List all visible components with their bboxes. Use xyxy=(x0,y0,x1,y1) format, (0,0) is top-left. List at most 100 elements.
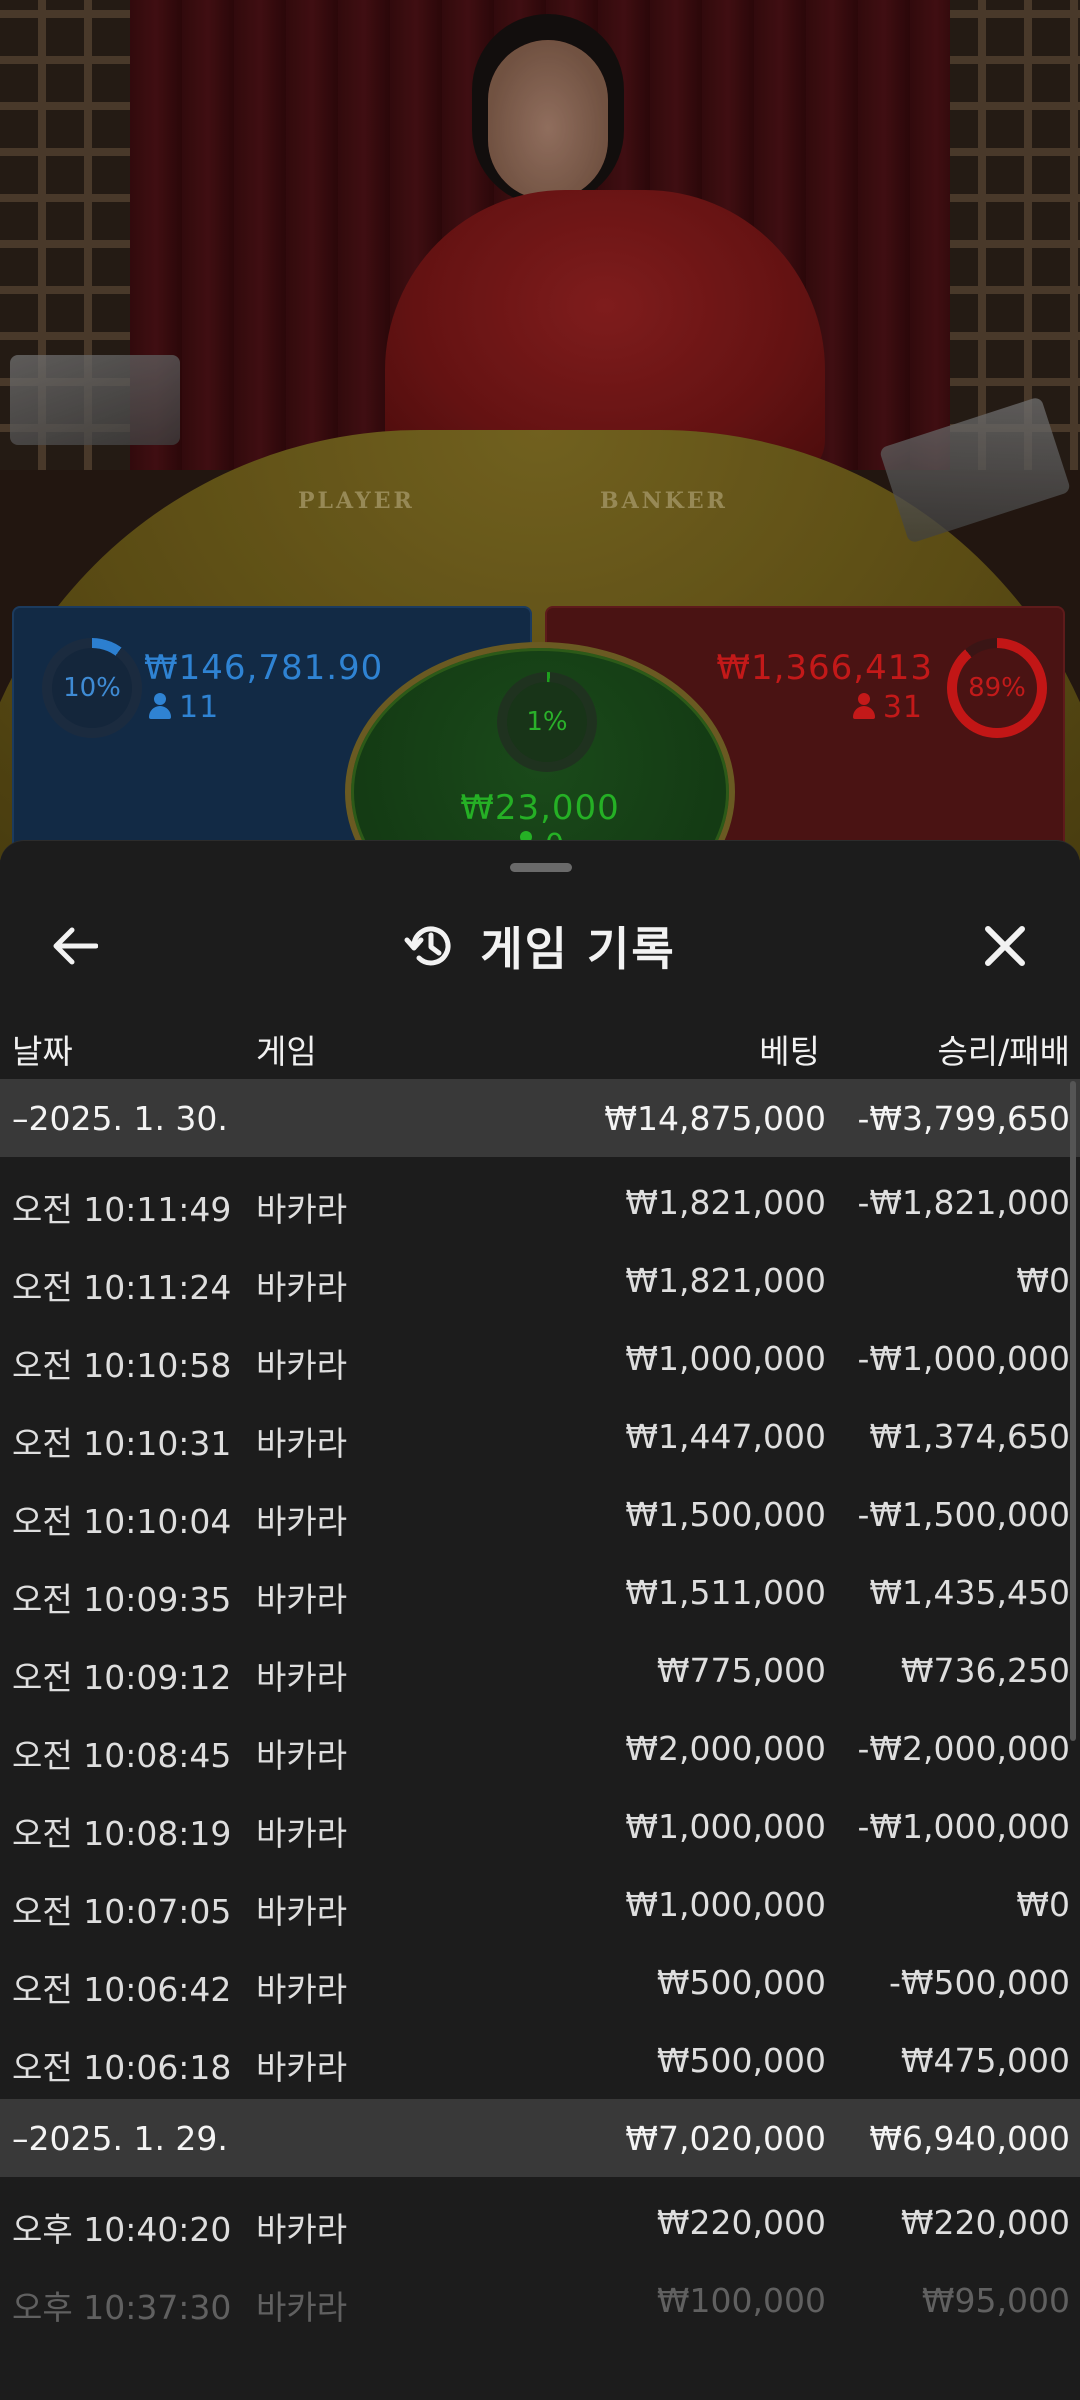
player-percent-ring: 10% xyxy=(42,638,142,738)
row-game: 바카라 xyxy=(256,1268,348,1307)
history-row: 오전 10:10:58 바카라 ₩1,000,000 -₩1,000,000 xyxy=(0,1319,1080,1397)
row-bet: ₩1,500,000 xyxy=(625,1495,826,1534)
row-result: ₩1,374,650 xyxy=(869,1417,1070,1456)
row-result: ₩95,000 xyxy=(921,2281,1070,2320)
row-bet: ₩14,875,000 xyxy=(604,1099,826,1138)
row-date: 오전 10:08:19 xyxy=(12,1814,232,1853)
history-row: 오전 10:11:49 바카라 ₩1,821,000 -₩1,821,000 xyxy=(0,1163,1080,1241)
row-bet: ₩100,000 xyxy=(656,2281,826,2320)
row-game: 바카라 xyxy=(256,1580,348,1619)
row-result: -₩2,000,000 xyxy=(857,1729,1071,1768)
date-group-row[interactable]: –2025. 1. 29. ₩7,020,000 ₩6,940,000 xyxy=(0,2099,1080,2177)
row-game: 바카라 xyxy=(256,1658,348,1697)
person-icon xyxy=(149,693,171,719)
date-group-row[interactable]: –2025. 1. 30. ₩14,875,000 -₩3,799,650 xyxy=(0,1079,1080,1157)
row-game: 바카라 xyxy=(256,1736,348,1775)
tie-percent: 1% xyxy=(507,682,587,762)
row-bet: ₩1,821,000 xyxy=(625,1261,826,1300)
row-bet: ₩220,000 xyxy=(656,2203,826,2242)
row-result: ₩6,940,000 xyxy=(869,2119,1070,2158)
column-header-result: 승리/패배 xyxy=(937,1032,1070,1071)
column-header-game: 게임 xyxy=(256,1032,317,1071)
player-total-bet: ₩146,781.90 xyxy=(144,648,384,688)
row-date: 오전 10:09:12 xyxy=(12,1658,232,1697)
history-row: 오전 10:08:19 바카라 ₩1,000,000 -₩1,000,000 xyxy=(0,1787,1080,1865)
banker-bettor-count: 31 xyxy=(852,690,923,725)
close-button[interactable] xyxy=(970,911,1040,981)
row-game: 바카라 xyxy=(256,2210,348,2249)
row-game: 바카라 xyxy=(256,1502,348,1541)
history-row: 오전 10:10:31 바카라 ₩1,447,000 ₩1,374,650 xyxy=(0,1397,1080,1475)
row-result: -₩1,500,000 xyxy=(857,1495,1071,1534)
row-bet: ₩500,000 xyxy=(656,1963,826,2002)
player-bettor-count-value: 11 xyxy=(179,690,220,725)
row-date: –2025. 1. 29. xyxy=(12,2119,228,2158)
player-percent: 10% xyxy=(52,648,132,728)
row-result: -₩1,000,000 xyxy=(857,1339,1071,1378)
row-bet: ₩500,000 xyxy=(656,2041,826,2080)
row-date: 오전 10:11:24 xyxy=(12,1268,232,1307)
banker-bettor-count-value: 31 xyxy=(882,690,923,725)
row-bet: ₩1,000,000 xyxy=(625,1807,826,1846)
row-game: 바카라 xyxy=(256,1190,348,1229)
history-row: 오전 10:06:18 바카라 ₩500,000 ₩475,000 xyxy=(0,2021,1080,2099)
row-date: 오전 10:10:58 xyxy=(12,1346,232,1385)
player-bettor-count: 11 xyxy=(149,690,219,725)
history-list: –2025. 1. 30. ₩14,875,000 -₩3,799,650 오전 10… xyxy=(0,1079,1080,2339)
row-game: 바카라 xyxy=(256,1970,348,2009)
history-row: 오전 10:07:05 바카라 ₩1,000,000 ₩0 xyxy=(0,1865,1080,1943)
row-result: -₩3,799,650 xyxy=(857,1099,1071,1138)
row-game: 바카라 xyxy=(256,2288,348,2327)
column-header-date: 날짜 xyxy=(12,1032,73,1071)
history-row: 오전 10:10:04 바카라 ₩1,500,000 -₩1,500,000 xyxy=(0,1475,1080,1553)
row-date: 오전 10:11:49 xyxy=(12,1190,232,1229)
history-icon xyxy=(404,920,456,972)
row-date: 오전 10:06:42 xyxy=(12,1970,232,2009)
row-date: –2025. 1. 30. xyxy=(12,1099,228,1138)
banker-total-bet: ₩1,366,413 xyxy=(716,648,933,688)
row-result: ₩475,000 xyxy=(900,2041,1070,2080)
row-bet: ₩775,000 xyxy=(656,1651,826,1690)
row-bet: ₩1,511,000 xyxy=(625,1573,826,1612)
banker-percent-ring: 89% xyxy=(947,638,1047,738)
history-column-headers: 날짜 게임 베팅 승리/패배 xyxy=(0,1013,1080,1073)
history-row: 오전 10:09:35 바카라 ₩1,511,000 ₩1,435,450 xyxy=(0,1553,1080,1631)
row-bet: ₩1,821,000 xyxy=(625,1183,826,1222)
history-row: 오후 10:40:20 바카라 ₩220,000 ₩220,000 xyxy=(0,2183,1080,2261)
tie-percent-ring: 1% xyxy=(497,672,597,772)
row-game: 바카라 xyxy=(256,1892,348,1931)
row-result: -₩1,000,000 xyxy=(857,1807,1071,1846)
row-result: -₩1,821,000 xyxy=(857,1183,1071,1222)
row-date: 오전 10:06:18 xyxy=(12,2048,232,2087)
row-game: 바카라 xyxy=(256,1346,348,1385)
row-game: 바카라 xyxy=(256,2048,348,2087)
history-row: 오전 10:11:24 바카라 ₩1,821,000 ₩0 xyxy=(0,1241,1080,1319)
game-history-sheet: 게임 기록 날짜 게임 베팅 승리/패배 –2025. 1. 30. ₩14,87… xyxy=(0,840,1080,2400)
row-game: 바카라 xyxy=(256,1814,348,1853)
row-date: 오전 10:10:31 xyxy=(12,1424,232,1463)
row-date: 오후 10:37:30 xyxy=(12,2288,232,2327)
row-bet: ₩1,000,000 xyxy=(625,1885,826,1924)
history-row: 오전 10:08:45 바카라 ₩2,000,000 -₩2,000,000 xyxy=(0,1709,1080,1787)
drag-handle[interactable] xyxy=(510,863,572,872)
row-bet: ₩1,000,000 xyxy=(625,1339,826,1378)
sheet-title: 게임 기록 xyxy=(480,922,676,976)
row-result: ₩0 xyxy=(1016,1885,1070,1924)
history-row: 오후 10:37:30 바카라 ₩100,000 ₩95,000 xyxy=(0,2261,1080,2339)
row-date: 오전 10:07:05 xyxy=(12,1892,232,1931)
row-date: 오전 10:09:35 xyxy=(12,1580,232,1619)
row-result: ₩0 xyxy=(1016,1261,1070,1300)
row-date: 오전 10:10:04 xyxy=(12,1502,232,1541)
sheet-header: 게임 기록 xyxy=(0,891,1080,1001)
scrollbar[interactable] xyxy=(1070,1081,1076,1741)
row-bet: ₩1,447,000 xyxy=(625,1417,826,1456)
history-row: 오전 10:06:42 바카라 ₩500,000 -₩500,000 xyxy=(0,1943,1080,2021)
row-game: 바카라 xyxy=(256,1424,348,1463)
row-result: ₩1,435,450 xyxy=(869,1573,1070,1612)
back-button[interactable] xyxy=(40,911,110,981)
row-bet: ₩7,020,000 xyxy=(625,2119,826,2158)
row-date: 오전 10:08:45 xyxy=(12,1736,232,1775)
close-icon xyxy=(985,926,1025,966)
row-result: -₩500,000 xyxy=(888,1963,1070,2002)
row-date: 오후 10:40:20 xyxy=(12,2210,232,2249)
